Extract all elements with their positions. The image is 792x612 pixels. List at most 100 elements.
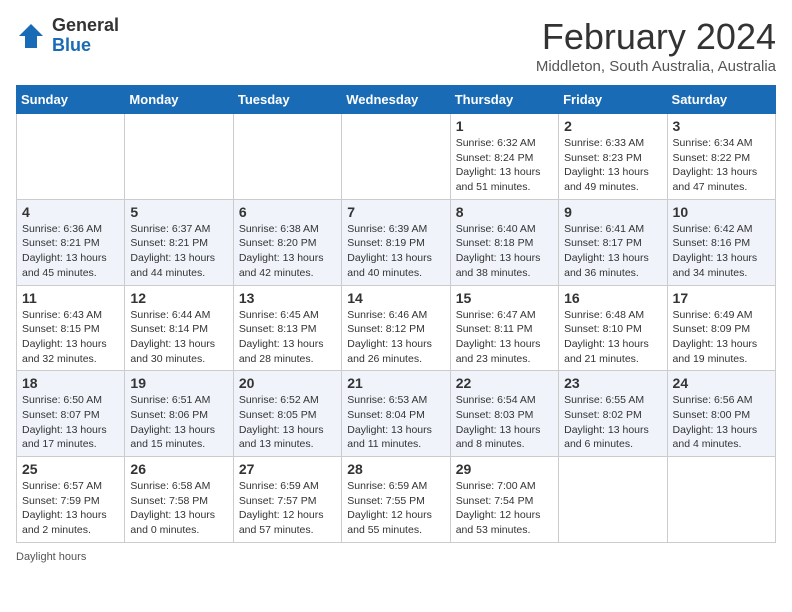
day-info: Sunrise: 6:59 AM Sunset: 7:57 PM Dayligh… <box>239 479 336 538</box>
day-info: Sunrise: 6:40 AM Sunset: 8:18 PM Dayligh… <box>456 222 553 281</box>
day-number: 1 <box>456 118 553 134</box>
day-info: Sunrise: 6:36 AM Sunset: 8:21 PM Dayligh… <box>22 222 119 281</box>
day-info: Sunrise: 6:49 AM Sunset: 8:09 PM Dayligh… <box>673 308 770 367</box>
calendar-cell: 5 Sunrise: 6:37 AM Sunset: 8:21 PM Daylig… <box>125 199 233 285</box>
day-number: 6 <box>239 204 336 220</box>
day-number: 19 <box>130 375 227 391</box>
calendar-cell: 3 Sunrise: 6:34 AM Sunset: 8:22 PM Daylig… <box>667 114 775 200</box>
day-info: Sunrise: 6:46 AM Sunset: 8:12 PM Dayligh… <box>347 308 444 367</box>
logo-blue: Blue <box>52 35 91 55</box>
calendar-cell: 4 Sunrise: 6:36 AM Sunset: 8:21 PM Daylig… <box>17 199 125 285</box>
day-number: 5 <box>130 204 227 220</box>
calendar-cell: 20 Sunrise: 6:52 AM Sunset: 8:05 PM Dayli… <box>233 371 341 457</box>
day-info: Sunrise: 6:42 AM Sunset: 8:16 PM Dayligh… <box>673 222 770 281</box>
calendar-cell <box>17 114 125 200</box>
calendar-week-row: 11 Sunrise: 6:43 AM Sunset: 8:15 PM Dayli… <box>17 285 776 371</box>
day-info: Sunrise: 6:58 AM Sunset: 7:58 PM Dayligh… <box>130 479 227 538</box>
calendar-cell: 6Sunrise: 6:38 AM Sunset: 8:20 PM Daylig… <box>233 199 341 285</box>
day-number: 18 <box>22 375 119 391</box>
calendar-cell: 17Sunrise: 6:49 AM Sunset: 8:09 PM Dayli… <box>667 285 775 371</box>
day-info: Sunrise: 6:56 AM Sunset: 8:00 PM Dayligh… <box>673 393 770 452</box>
calendar-cell: 22Sunrise: 6:54 AM Sunset: 8:03 PM Dayli… <box>450 371 558 457</box>
day-info: Sunrise: 6:55 AM Sunset: 8:02 PM Dayligh… <box>564 393 661 452</box>
day-number: 11 <box>22 290 119 306</box>
calendar: SundayMondayTuesdayWednesdayThursdayFrid… <box>16 85 776 543</box>
calendar-cell: 8 Sunrise: 6:40 AM Sunset: 8:18 PM Daylig… <box>450 199 558 285</box>
calendar-week-row: 1Sunrise: 6:32 AM Sunset: 8:24 PM Daylig… <box>17 114 776 200</box>
month-title: February 2024 <box>536 16 776 58</box>
day-number: 8 <box>456 204 553 220</box>
calendar-cell: 28Sunrise: 6:59 AM Sunset: 7:55 PM Dayli… <box>342 457 450 543</box>
calendar-header-row: SundayMondayTuesdayWednesdayThursdayFrid… <box>17 86 776 114</box>
logo-general: General <box>52 15 119 35</box>
logo-icon <box>16 21 46 51</box>
calendar-cell: 15Sunrise: 6:47 AM Sunset: 8:11 PM Dayli… <box>450 285 558 371</box>
day-number: 7 <box>347 204 444 220</box>
calendar-cell: 21 Sunrise: 6:53 AM Sunset: 8:04 PM Dayli… <box>342 371 450 457</box>
calendar-cell: 2 Sunrise: 6:33 AM Sunset: 8:23 PM Daylig… <box>559 114 667 200</box>
calendar-cell: 1Sunrise: 6:32 AM Sunset: 8:24 PM Daylig… <box>450 114 558 200</box>
day-number: 2 <box>564 118 661 134</box>
calendar-cell <box>233 114 341 200</box>
day-number: 20 <box>239 375 336 391</box>
calendar-cell: 12 Sunrise: 6:44 AM Sunset: 8:14 PM Dayli… <box>125 285 233 371</box>
calendar-cell: 24 Sunrise: 6:56 AM Sunset: 8:00 PM Dayli… <box>667 371 775 457</box>
day-number: 24 <box>673 375 770 391</box>
footer: Daylight hours <box>16 551 776 563</box>
calendar-day-header: Tuesday <box>233 86 341 114</box>
calendar-week-row: 4 Sunrise: 6:36 AM Sunset: 8:21 PM Daylig… <box>17 199 776 285</box>
calendar-cell: 29 Sunrise: 7:00 AM Sunset: 7:54 PM Dayli… <box>450 457 558 543</box>
location: Middleton, South Australia, Australia <box>536 58 776 75</box>
day-number: 9 <box>564 204 661 220</box>
day-number: 26 <box>130 461 227 477</box>
day-number: 10 <box>673 204 770 220</box>
day-number: 4 <box>22 204 119 220</box>
calendar-cell: 11 Sunrise: 6:43 AM Sunset: 8:15 PM Dayli… <box>17 285 125 371</box>
day-info: Sunrise: 6:50 AM Sunset: 8:07 PM Dayligh… <box>22 393 119 452</box>
logo: General Blue <box>16 16 119 56</box>
calendar-week-row: 18 Sunrise: 6:50 AM Sunset: 8:07 PM Dayli… <box>17 371 776 457</box>
day-number: 3 <box>673 118 770 134</box>
day-number: 13 <box>239 290 336 306</box>
day-info: Sunrise: 6:51 AM Sunset: 8:06 PM Dayligh… <box>130 393 227 452</box>
day-number: 16 <box>564 290 661 306</box>
title-block: February 2024 Middleton, South Australia… <box>536 16 776 75</box>
day-number: 25 <box>22 461 119 477</box>
day-number: 14 <box>347 290 444 306</box>
day-info: Sunrise: 6:59 AM Sunset: 7:55 PM Dayligh… <box>347 479 444 538</box>
day-info: Sunrise: 6:53 AM Sunset: 8:04 PM Dayligh… <box>347 393 444 452</box>
calendar-cell: 7 Sunrise: 6:39 AM Sunset: 8:19 PM Daylig… <box>342 199 450 285</box>
calendar-day-header: Thursday <box>450 86 558 114</box>
day-info: Sunrise: 6:43 AM Sunset: 8:15 PM Dayligh… <box>22 308 119 367</box>
day-info: Sunrise: 6:54 AM Sunset: 8:03 PM Dayligh… <box>456 393 553 452</box>
calendar-cell: 14 Sunrise: 6:46 AM Sunset: 8:12 PM Dayli… <box>342 285 450 371</box>
calendar-cell: 13Sunrise: 6:45 AM Sunset: 8:13 PM Dayli… <box>233 285 341 371</box>
calendar-cell: 9 Sunrise: 6:41 AM Sunset: 8:17 PM Daylig… <box>559 199 667 285</box>
day-info: Sunrise: 6:34 AM Sunset: 8:22 PM Dayligh… <box>673 136 770 195</box>
daylight-hours-label: Daylight hours <box>16 551 86 563</box>
day-info: Sunrise: 6:44 AM Sunset: 8:14 PM Dayligh… <box>130 308 227 367</box>
calendar-cell: 19 Sunrise: 6:51 AM Sunset: 8:06 PM Dayli… <box>125 371 233 457</box>
calendar-cell <box>342 114 450 200</box>
calendar-cell <box>125 114 233 200</box>
calendar-day-header: Wednesday <box>342 86 450 114</box>
logo-text: General Blue <box>52 16 119 56</box>
calendar-day-header: Monday <box>125 86 233 114</box>
day-info: Sunrise: 6:47 AM Sunset: 8:11 PM Dayligh… <box>456 308 553 367</box>
day-number: 12 <box>130 290 227 306</box>
page-header: General Blue February 2024 Middleton, So… <box>16 16 776 75</box>
day-info: Sunrise: 7:00 AM Sunset: 7:54 PM Dayligh… <box>456 479 553 538</box>
day-info: Sunrise: 6:41 AM Sunset: 8:17 PM Dayligh… <box>564 222 661 281</box>
day-info: Sunrise: 6:39 AM Sunset: 8:19 PM Dayligh… <box>347 222 444 281</box>
calendar-cell: 16 Sunrise: 6:48 AM Sunset: 8:10 PM Dayli… <box>559 285 667 371</box>
calendar-week-row: 25Sunrise: 6:57 AM Sunset: 7:59 PM Dayli… <box>17 457 776 543</box>
day-number: 27 <box>239 461 336 477</box>
day-info: Sunrise: 6:52 AM Sunset: 8:05 PM Dayligh… <box>239 393 336 452</box>
calendar-day-header: Friday <box>559 86 667 114</box>
day-info: Sunrise: 6:48 AM Sunset: 8:10 PM Dayligh… <box>564 308 661 367</box>
calendar-cell <box>559 457 667 543</box>
day-info: Sunrise: 6:37 AM Sunset: 8:21 PM Dayligh… <box>130 222 227 281</box>
day-info: Sunrise: 6:33 AM Sunset: 8:23 PM Dayligh… <box>564 136 661 195</box>
day-number: 21 <box>347 375 444 391</box>
day-number: 29 <box>456 461 553 477</box>
